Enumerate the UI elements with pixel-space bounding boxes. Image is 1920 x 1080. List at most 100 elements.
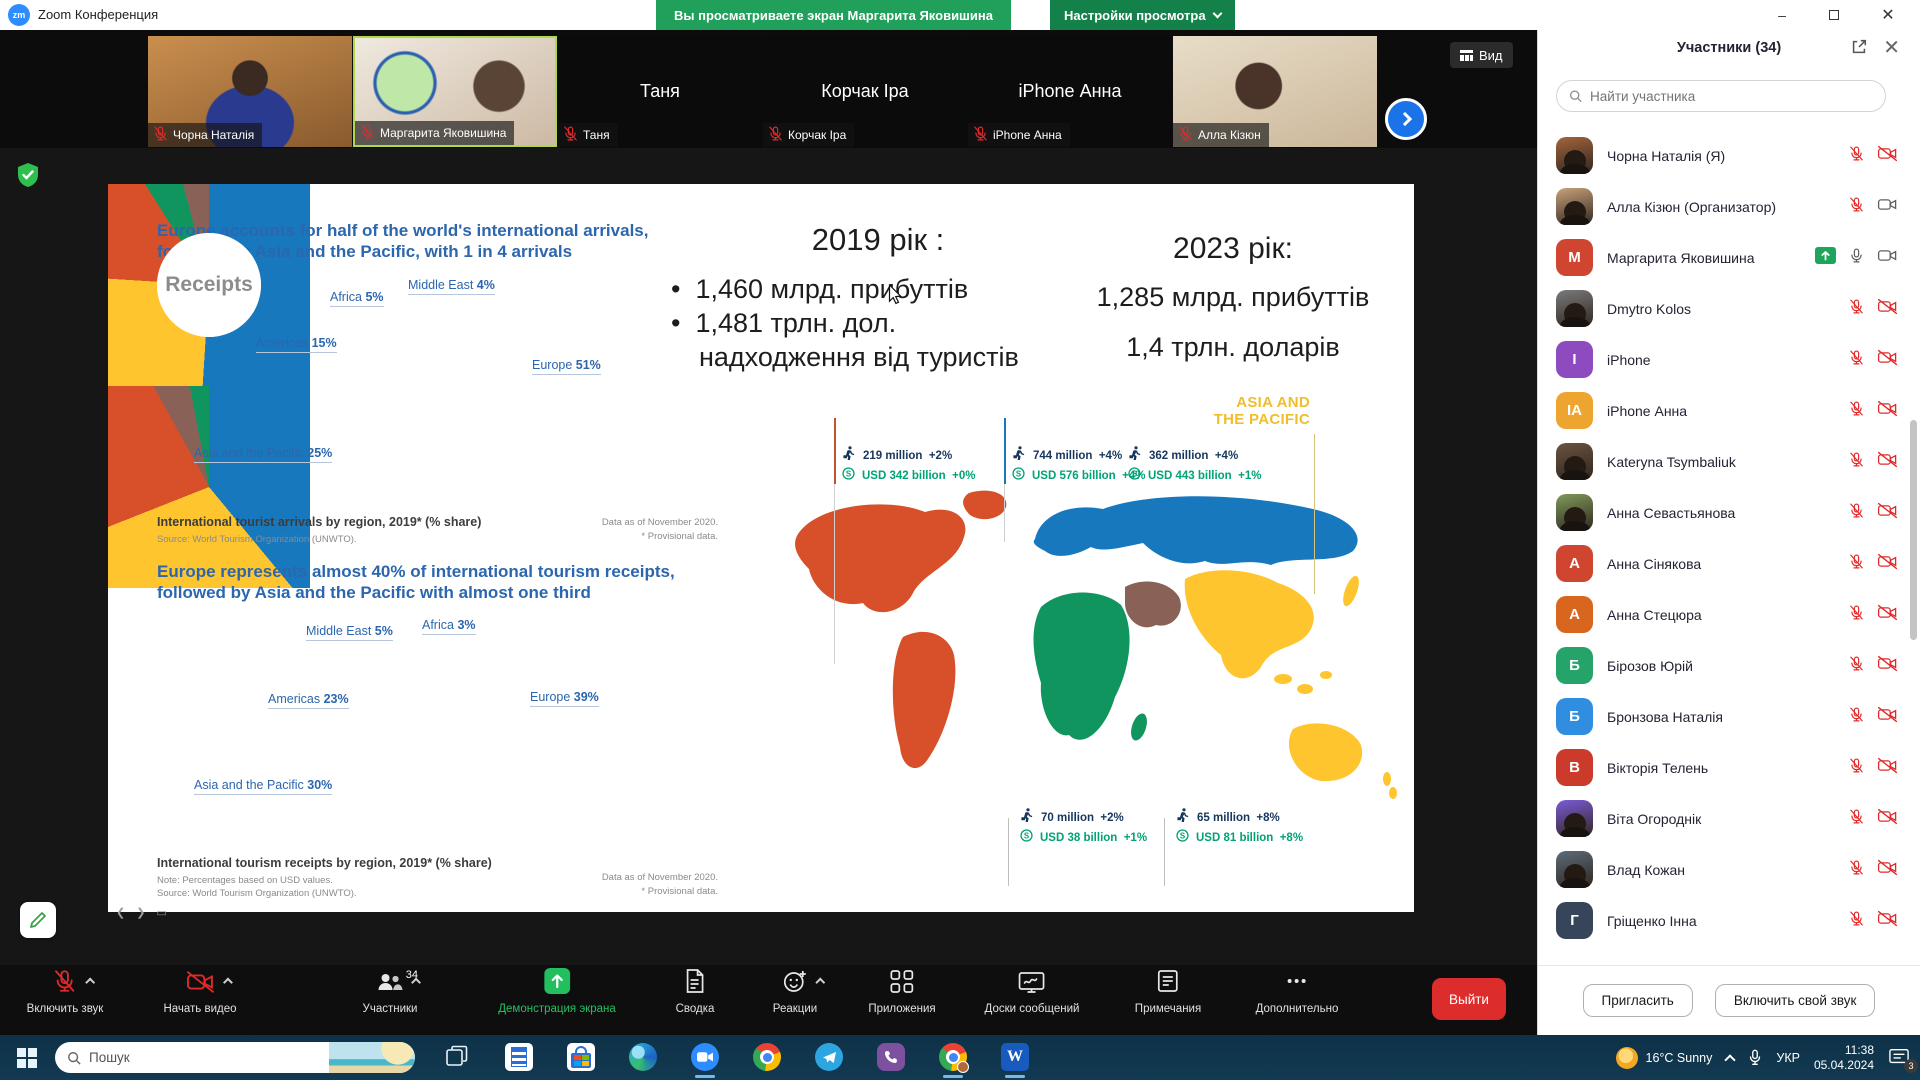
taskbar-app-viber[interactable] — [875, 1041, 907, 1073]
taskbar-app-edge[interactable] — [627, 1041, 659, 1073]
toolbar-mic-off-button[interactable]: Включить звук — [27, 971, 104, 1015]
mic-muted-icon[interactable] — [1848, 757, 1865, 779]
chevron-up-icon[interactable] — [223, 978, 233, 988]
toolbar-reactions-button[interactable]: Реакции — [773, 971, 817, 1015]
mic-muted-icon[interactable] — [1848, 604, 1865, 626]
mic-on-icon[interactable] — [1848, 247, 1865, 269]
toolbar-whiteboard-button[interactable]: Доски сообщений — [985, 971, 1080, 1015]
participant-row[interactable]: Віта Огороднік — [1538, 793, 1920, 844]
tray-chevron-icon[interactable] — [1725, 1054, 1736, 1065]
camera-off-icon[interactable] — [1877, 859, 1898, 881]
weather-widget[interactable]: 16°C Sunny — [1616, 1047, 1713, 1069]
camera-off-icon[interactable] — [1877, 349, 1898, 371]
participant-row[interactable]: Чорна Наталія (Я) — [1538, 130, 1920, 181]
camera-off-icon[interactable] — [1877, 400, 1898, 422]
mic-muted-icon[interactable] — [1848, 400, 1865, 422]
camera-off-icon[interactable] — [1877, 451, 1898, 473]
annotation-pencil-icon[interactable] — [20, 902, 56, 938]
taskbar-app-chrome-profile[interactable] — [937, 1041, 969, 1073]
taskbar-app-word[interactable]: W — [999, 1041, 1031, 1073]
start-button[interactable] — [12, 1043, 42, 1073]
participant-row[interactable]: IAiPhone Анна — [1538, 385, 1920, 436]
taskbar-app-task-view[interactable] — [441, 1041, 473, 1073]
chevron-up-icon[interactable] — [86, 978, 96, 988]
camera-on-icon[interactable] — [1877, 247, 1898, 269]
mic-muted-icon[interactable] — [1848, 145, 1865, 167]
camera-off-icon[interactable] — [1877, 757, 1898, 779]
camera-off-icon[interactable] — [1877, 910, 1898, 932]
camera-off-icon[interactable] — [1877, 553, 1898, 575]
notification-center-icon[interactable]: 3 — [1888, 1047, 1912, 1069]
unmute-self-button[interactable]: Включить свой звук — [1715, 984, 1876, 1017]
mic-muted-icon[interactable] — [1848, 502, 1865, 524]
camera-off-icon[interactable] — [1877, 604, 1898, 626]
leave-button[interactable]: Выйти — [1432, 978, 1506, 1020]
camera-off-icon[interactable] — [1877, 502, 1898, 524]
toolbar-cam-off-button[interactable]: Начать видео — [163, 971, 236, 1015]
taskbar-app-reader[interactable] — [503, 1041, 535, 1073]
camera-off-icon[interactable] — [1877, 145, 1898, 167]
close-panel-icon[interactable]: ✕ — [1883, 35, 1900, 60]
mic-muted-icon[interactable] — [1848, 349, 1865, 371]
toolbar-people-button[interactable]: 34Участники — [363, 971, 418, 1015]
video-tile[interactable]: iPhone АннаiPhone Анна — [968, 36, 1172, 147]
search-participant-input[interactable] — [1590, 89, 1873, 104]
mic-muted-icon[interactable] — [1848, 910, 1865, 932]
taskbar-app-chrome[interactable] — [751, 1041, 783, 1073]
taskbar-search-box[interactable]: Пошук — [55, 1042, 415, 1073]
close-button[interactable]: ✕ — [1866, 0, 1910, 30]
participant-row[interactable]: Влад Кожан — [1538, 844, 1920, 895]
view-button[interactable]: Вид — [1450, 42, 1513, 68]
next-participants-button[interactable] — [1385, 98, 1427, 140]
chevron-up-icon[interactable] — [412, 978, 422, 988]
minimize-button[interactable]: – — [1760, 0, 1804, 30]
toolbar-more-button[interactable]: Дополнительно — [1256, 971, 1339, 1015]
participant-row[interactable]: ААнна Стецюра — [1538, 589, 1920, 640]
taskbar-app-zoom[interactable] — [689, 1041, 721, 1073]
participant-row[interactable]: Анна Севастьянова — [1538, 487, 1920, 538]
mic-muted-icon[interactable] — [1848, 553, 1865, 575]
participant-row[interactable]: Dmytro Kolos — [1538, 283, 1920, 334]
mic-muted-icon[interactable] — [1848, 859, 1865, 881]
maximize-button[interactable] — [1812, 0, 1856, 30]
presentation-tools[interactable]: ❮ ❯ ▭ — [116, 906, 171, 919]
mic-muted-icon[interactable] — [1848, 196, 1865, 218]
camera-off-icon[interactable] — [1877, 808, 1898, 830]
toolbar-notes-button[interactable]: Примечания — [1135, 971, 1201, 1015]
toolbar-apps-button[interactable]: Приложения — [868, 971, 935, 1015]
video-tile[interactable]: Корчак ІраКорчак Іра — [763, 36, 967, 147]
language-indicator[interactable]: УКР — [1776, 1051, 1800, 1065]
camera-off-icon[interactable] — [1877, 298, 1898, 320]
mic-muted-icon[interactable] — [1848, 808, 1865, 830]
tray-mic-icon[interactable] — [1748, 1049, 1762, 1067]
participant-row[interactable]: IiPhone — [1538, 334, 1920, 385]
camera-on-icon[interactable] — [1877, 196, 1898, 218]
video-tile[interactable]: Маргарита Яковишина — [353, 36, 557, 147]
participant-row[interactable]: ГГріщенко Інна — [1538, 895, 1920, 946]
toolbar-summary-button[interactable]: Сводка — [676, 971, 715, 1015]
search-participant-box[interactable] — [1556, 80, 1886, 112]
participant-row[interactable]: ВВікторія Телень — [1538, 742, 1920, 793]
popout-icon[interactable] — [1850, 38, 1868, 61]
taskbar-app-telegram[interactable] — [813, 1041, 845, 1073]
camera-off-icon[interactable] — [1877, 706, 1898, 728]
toolbar-share-button[interactable]: Демонстрация экрана — [498, 971, 616, 1015]
participant-row[interactable]: Алла Кізюн (Организатор) — [1538, 181, 1920, 232]
chevron-up-icon[interactable] — [816, 978, 826, 988]
video-tile[interactable]: ТаняТаня — [558, 36, 762, 147]
participant-row[interactable]: Kateryna Tsymbaliuk — [1538, 436, 1920, 487]
video-tile[interactable]: Чорна Наталія — [148, 36, 352, 147]
participant-row[interactable]: ААнна Сінякова — [1538, 538, 1920, 589]
participant-row[interactable]: ББірозов Юрій — [1538, 640, 1920, 691]
video-tile[interactable]: Алла Кізюн — [1173, 36, 1377, 147]
taskbar-clock[interactable]: 11:38 05.04.2024 — [1814, 1043, 1874, 1073]
mic-muted-icon[interactable] — [1848, 298, 1865, 320]
mic-muted-icon[interactable] — [1848, 706, 1865, 728]
participant-row[interactable]: ББронзова Наталія — [1538, 691, 1920, 742]
taskbar-app-store[interactable] — [565, 1041, 597, 1073]
panel-scrollbar[interactable] — [1910, 420, 1917, 640]
camera-off-icon[interactable] — [1877, 655, 1898, 677]
participant-row[interactable]: ММаргарита Яковишина — [1538, 232, 1920, 283]
view-settings-button[interactable]: Настройки просмотра — [1050, 0, 1235, 30]
mic-muted-icon[interactable] — [1848, 451, 1865, 473]
